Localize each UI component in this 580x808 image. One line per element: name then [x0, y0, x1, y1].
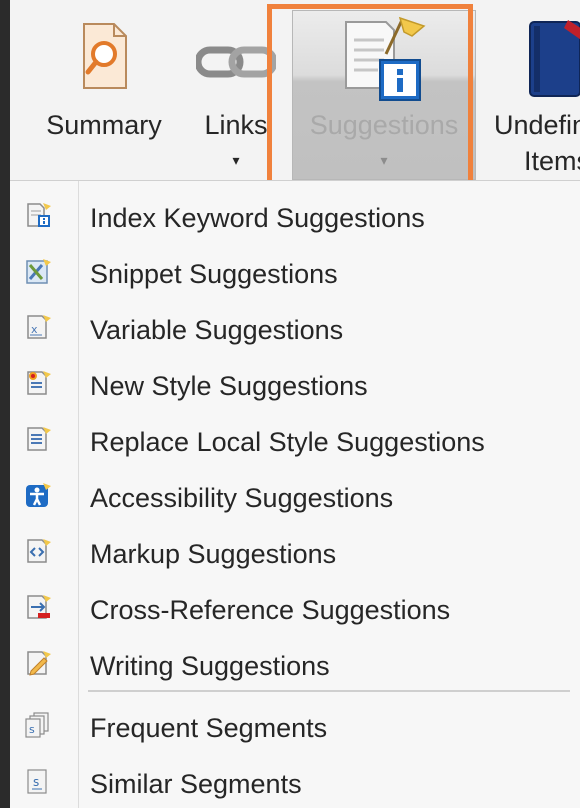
menu-item-label: Snippet Suggestions: [90, 259, 338, 289]
suggestions-dropdown-menu: Index Keyword Suggestions Snippet Sugges…: [10, 180, 580, 808]
summary-button[interactable]: Summary: [32, 0, 176, 180]
chevron-down-icon: ▾: [232, 152, 240, 168]
undefined-items-button[interactable]: Undefin Items: [488, 0, 580, 180]
menu-item-label: Frequent Segments: [90, 713, 328, 743]
frequent-segments-icon: s: [25, 712, 49, 738]
index-keyword-icon: [27, 203, 51, 227]
menu-item-frequent-segments[interactable]: s Frequent Segments: [10, 699, 580, 751]
chain-link-icon: [196, 46, 276, 78]
menu-item-label: Cross-Reference Suggestions: [90, 595, 451, 625]
links-button[interactable]: Links ▾: [192, 0, 280, 180]
menu-item-cross-reference-suggestions[interactable]: Cross-Reference Suggestions: [10, 581, 580, 633]
summary-icon: [83, 23, 127, 89]
menu-item-snippet-suggestions[interactable]: Snippet Suggestions: [10, 245, 580, 297]
svg-text:s: s: [33, 775, 39, 789]
menu-item-markup-suggestions[interactable]: Markup Suggestions: [10, 525, 580, 577]
menu-item-replace-local-style-suggestions[interactable]: Replace Local Style Suggestions: [10, 413, 580, 465]
menu-item-label: Variable Suggestions: [90, 315, 344, 345]
chevron-down-icon: ▾: [380, 152, 388, 168]
menu-item-similar-segments[interactable]: s Similar Segments: [10, 755, 580, 807]
ribbon: Summary Links ▾ Suggestions ▾ Undefin It…: [10, 0, 580, 180]
menu-item-accessibility-suggestions[interactable]: Accessibility Suggestions: [10, 469, 580, 521]
menu-item-label: New Style Suggestions: [90, 371, 368, 401]
suggestions-icon: [345, 16, 426, 101]
menu-separator: [88, 690, 570, 692]
svg-text:s: s: [29, 723, 35, 736]
undefined-items-label-line1: Undefin: [494, 110, 580, 140]
new-style-icon: [27, 371, 51, 395]
writing-icon: [27, 651, 51, 676]
menu-item-variable-suggestions[interactable]: x Variable Suggestions: [10, 301, 580, 353]
similar-segments-icon: s: [27, 769, 47, 794]
svg-text:x: x: [31, 323, 38, 336]
links-label: Links: [204, 110, 268, 140]
markup-icon: [27, 539, 51, 563]
snippet-icon: [26, 259, 51, 284]
menu-item-label: Markup Suggestions: [90, 539, 337, 569]
menu-item-writing-suggestions[interactable]: Writing Suggestions: [10, 637, 580, 689]
menu-item-label: Writing Suggestions: [90, 651, 330, 681]
accessibility-icon: [26, 483, 51, 507]
cross-reference-icon: [27, 595, 51, 619]
replace-style-icon: [27, 427, 51, 451]
menu-item-label: Replace Local Style Suggestions: [90, 427, 485, 457]
summary-label: Summary: [46, 110, 162, 140]
book-icon: [529, 20, 580, 97]
menu-item-label: Index Keyword Suggestions: [90, 203, 425, 233]
suggestions-label: Suggestions: [309, 110, 459, 140]
menu-item-label: Similar Segments: [90, 769, 302, 799]
undefined-items-label-line2: Items: [524, 146, 580, 176]
variable-icon: x: [27, 315, 51, 339]
menu-item-index-keyword-suggestions[interactable]: Index Keyword Suggestions: [10, 189, 580, 241]
menu-item-new-style-suggestions[interactable]: New Style Suggestions: [10, 357, 580, 409]
suggestions-button[interactable]: Suggestions ▾: [290, 0, 478, 180]
menu-item-label: Accessibility Suggestions: [90, 483, 394, 513]
